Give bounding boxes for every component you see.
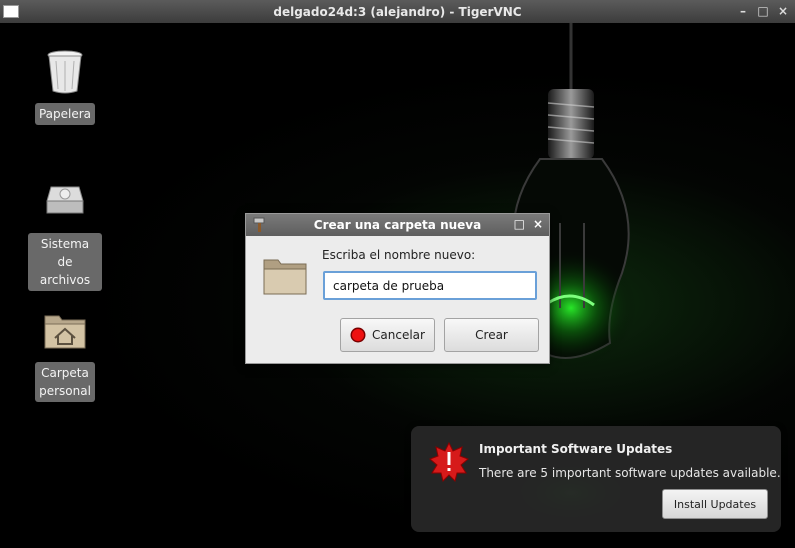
- vnc-title-bar[interactable]: delgado24d:3 (alejandro) - TigerVNC – □ …: [0, 0, 795, 24]
- close-button[interactable]: ×: [777, 4, 789, 18]
- maximize-button[interactable]: □: [757, 4, 769, 18]
- desktop-icon-label: Sistema de archivos: [28, 233, 102, 291]
- warning-burst-icon: [429, 442, 469, 482]
- folder-name-input[interactable]: [323, 271, 537, 300]
- home-folder-icon: [44, 315, 86, 349]
- dialog-maximize-button[interactable]: □: [514, 217, 525, 231]
- notification-title: Important Software Updates: [479, 442, 673, 456]
- dialog-title-bar[interactable]: Crear una carpeta nueva □ ×: [246, 214, 549, 236]
- trash-icon: [47, 50, 83, 94]
- create-folder-dialog[interactable]: Crear una carpeta nueva □ × Escriba el n…: [245, 213, 550, 364]
- notification-body: There are 5 important software updates a…: [479, 466, 781, 480]
- dialog-prompt: Escriba el nombre nuevo:: [322, 248, 476, 262]
- stop-icon: [350, 327, 366, 343]
- window-title: delgado24d:3 (alejandro) - TigerVNC: [273, 4, 522, 19]
- drive-icon: [46, 186, 84, 214]
- vnc-app-icon: [3, 5, 19, 18]
- desktop-icon-home[interactable]: Carpeta personal: [25, 306, 105, 402]
- cancel-button[interactable]: Cancelar: [340, 318, 435, 352]
- desktop-icon-label: Carpeta personal: [35, 362, 95, 402]
- update-notification[interactable]: Important Software Updates There are 5 i…: [411, 426, 781, 532]
- create-button[interactable]: Crear: [444, 318, 539, 352]
- folder-icon: [263, 259, 307, 295]
- dialog-title: Crear una carpeta nueva: [313, 218, 482, 232]
- desktop[interactable]: Papelera Sistema de archivos Carpeta per…: [0, 23, 795, 548]
- brush-icon: [253, 217, 265, 232]
- desktop-icon-label: Papelera: [34, 103, 96, 125]
- desktop-icon-trash[interactable]: Papelera: [25, 47, 105, 125]
- window-controls: – □ ×: [737, 4, 789, 18]
- cancel-button-label: Cancelar: [372, 328, 425, 342]
- create-button-label: Crear: [475, 328, 508, 342]
- desktop-icon-filesystem[interactable]: Sistema de archivos: [25, 177, 105, 291]
- install-updates-button[interactable]: Install Updates: [662, 489, 768, 519]
- dialog-close-button[interactable]: ×: [533, 217, 543, 231]
- minimize-button[interactable]: –: [737, 4, 749, 18]
